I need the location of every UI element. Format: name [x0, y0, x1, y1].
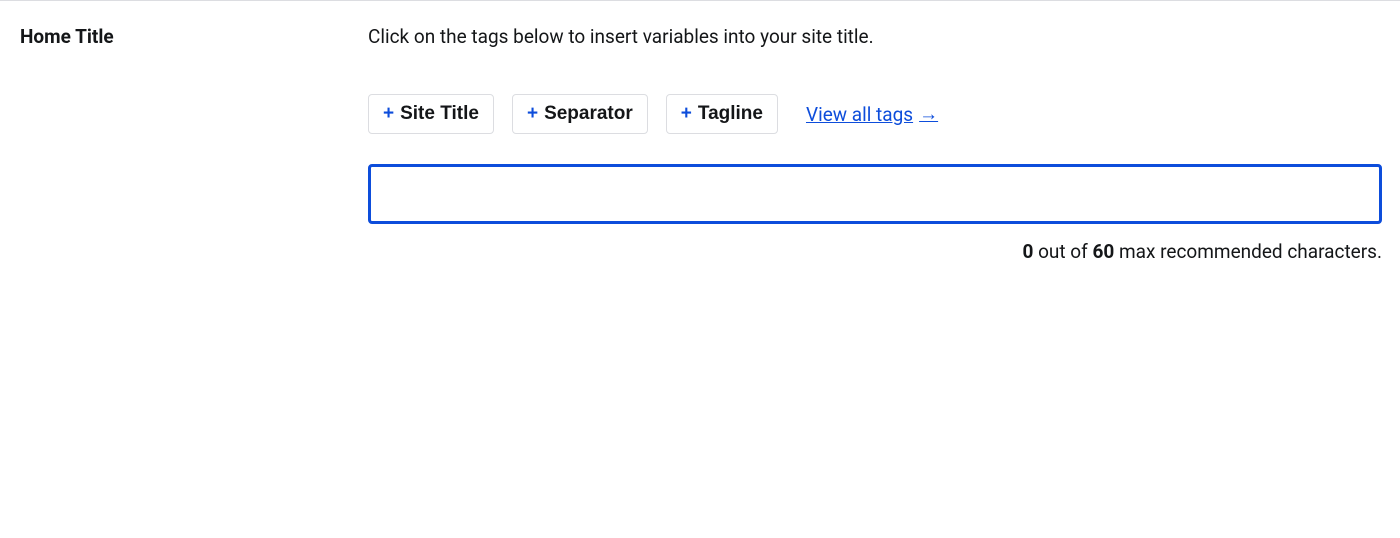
counter-suffix: max recommended characters. — [1114, 240, 1382, 263]
insert-separator-label: Separator — [544, 103, 633, 125]
counter-mid: out of — [1033, 240, 1092, 263]
insert-site-title-label: Site Title — [400, 103, 479, 125]
plus-icon: + — [527, 103, 538, 125]
counter-current: 0 — [1022, 240, 1033, 263]
view-all-tags-label: View all tags — [806, 103, 913, 126]
tag-row: + Site Title + Separator + Tagline View … — [368, 94, 1382, 134]
plus-icon: + — [383, 103, 394, 125]
insert-site-title-button[interactable]: + Site Title — [368, 94, 494, 134]
help-text: Click on the tags below to insert variab… — [368, 25, 1382, 48]
home-title-input[interactable] — [368, 164, 1382, 224]
insert-separator-button[interactable]: + Separator — [512, 94, 648, 134]
insert-tagline-button[interactable]: + Tagline — [666, 94, 778, 134]
insert-tagline-label: Tagline — [698, 103, 763, 125]
counter-max: 60 — [1092, 240, 1114, 263]
home-title-label: Home Title — [20, 25, 348, 48]
character-counter: 0 out of 60 max recommended characters. — [368, 240, 1382, 263]
plus-icon: + — [681, 103, 692, 125]
arrow-right-icon: → — [919, 102, 938, 126]
view-all-tags-link[interactable]: View all tags → — [806, 102, 938, 126]
